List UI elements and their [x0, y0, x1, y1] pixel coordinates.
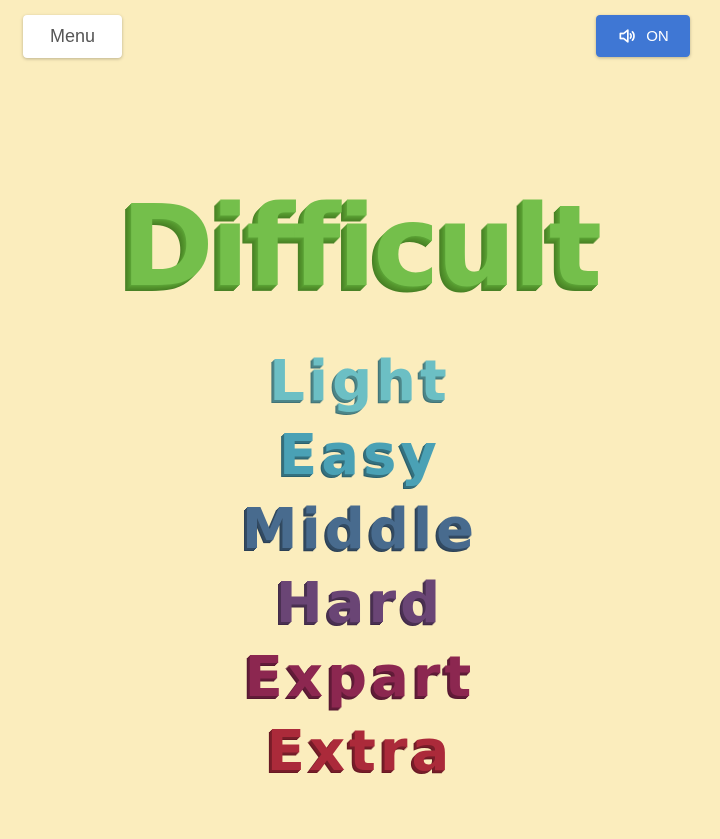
sound-toggle-button[interactable]: ON	[596, 15, 690, 57]
difficulty-option-extra[interactable]: Extra	[0, 715, 720, 789]
menu-button-label: Menu	[49, 26, 96, 46]
difficulty-list: Light Easy Middle Hard Expart Extra	[0, 345, 720, 789]
difficulty-option-middle[interactable]: Middle	[0, 493, 720, 567]
difficulty-option-easy[interactable]: Easy	[0, 419, 720, 493]
page-title: Difficult	[120, 182, 602, 312]
difficulty-option-hard[interactable]: Hard	[0, 567, 720, 641]
menu-button[interactable]: Menu	[23, 15, 122, 58]
difficulty-option-light[interactable]: Light	[0, 345, 720, 419]
sound-status-label: ON	[646, 27, 669, 45]
speaker-icon	[617, 26, 637, 46]
difficulty-option-expart[interactable]: Expart	[0, 641, 720, 715]
